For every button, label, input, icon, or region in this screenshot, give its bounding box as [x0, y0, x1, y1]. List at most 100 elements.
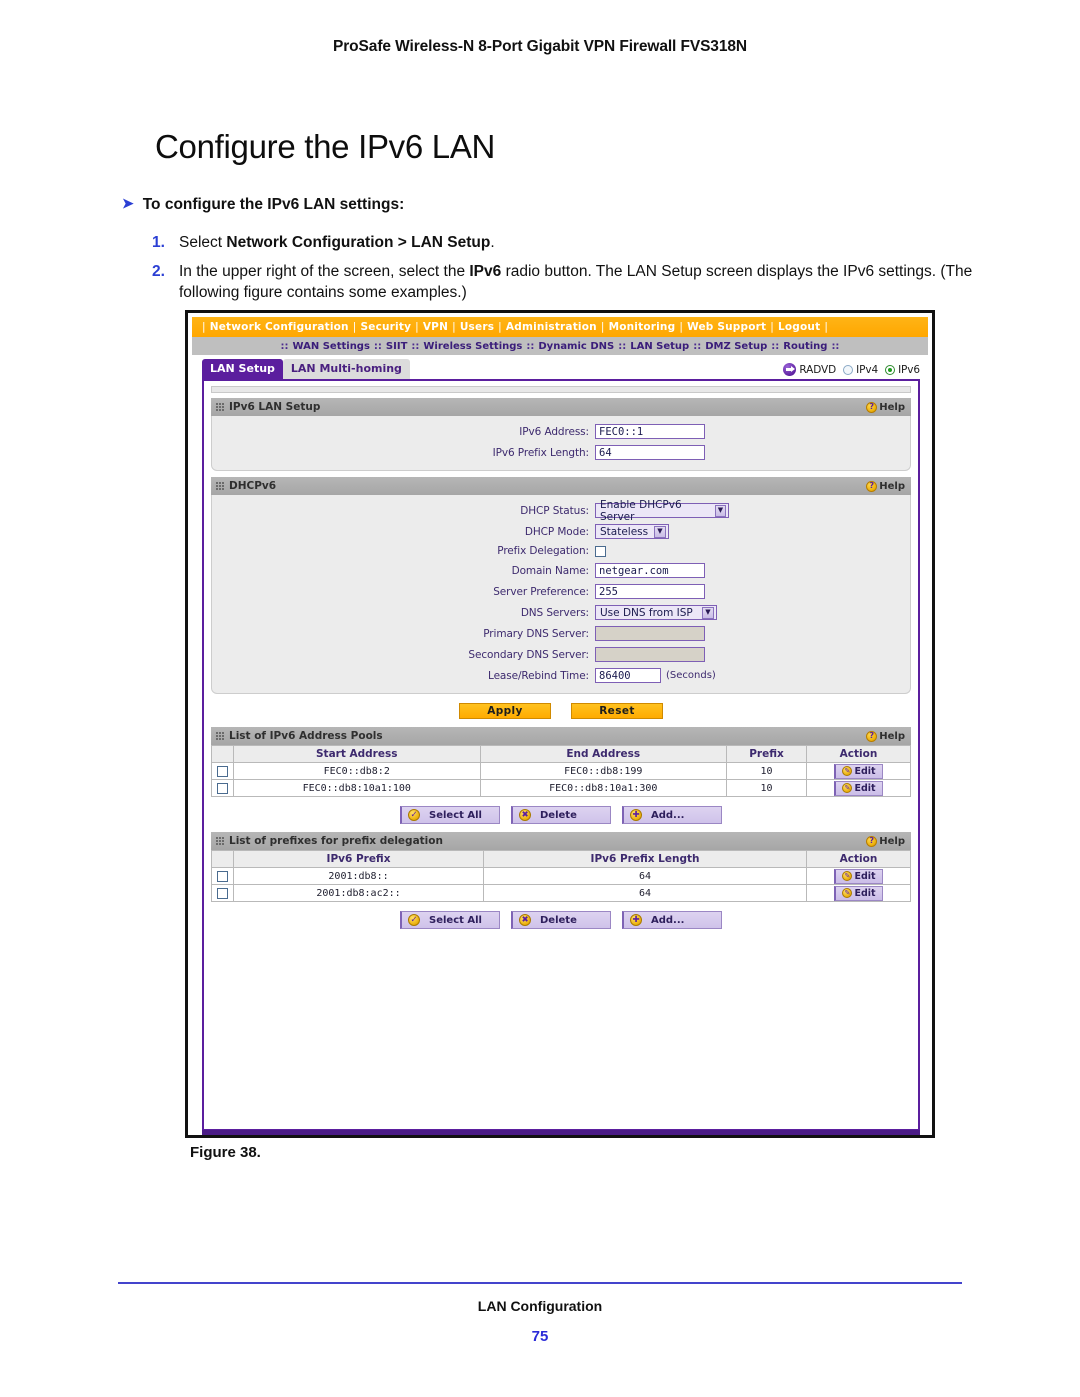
prefix-delegation-action-row: ✓ Select All ✖ Delete ✚ Add...	[211, 911, 911, 929]
edit-button[interactable]: ✎ Edit	[834, 885, 883, 901]
help-label: Help	[879, 730, 905, 742]
section-header-prefix-delegation: List of prefixes for prefix delegation ?…	[211, 832, 911, 850]
help-link-prefix-delegation[interactable]: ? Help	[866, 835, 905, 847]
label-ipv6-prefix-length: IPv6 Prefix Length:	[492, 446, 589, 459]
field-row-lease-rebind-time: Lease/Rebind Time: 86400 (Seconds)	[212, 668, 910, 683]
select-dhcp-status[interactable]: Enable DHCPv6 Server ▼	[595, 499, 729, 523]
label-dhcp-mode: DHCP Mode:	[524, 525, 589, 538]
select-all-button[interactable]: ✓ Select All	[400, 911, 500, 929]
radio-ipv4-label: IPv4	[856, 363, 879, 376]
tab-lan-setup[interactable]: LAN Setup	[202, 359, 283, 379]
select-dhcp-mode[interactable]: Stateless ▼	[595, 524, 669, 539]
edit-button[interactable]: ✎ Edit	[834, 780, 883, 796]
add-button[interactable]: ✚ Add...	[622, 911, 722, 929]
radio-ipv6-label: IPv6	[898, 363, 920, 376]
subnav-item-dmz-setup[interactable]: DMZ Setup	[705, 341, 767, 352]
input-ipv6-prefix-length[interactable]: 64	[595, 445, 705, 460]
checkbox-row-select[interactable]	[217, 782, 228, 794]
cell-ipv6-prefix: 2001:db8::	[232, 867, 485, 885]
checkbox-row-select[interactable]	[217, 887, 228, 899]
section-address-pools: List of IPv6 Address Pools ? Help Start …	[211, 727, 911, 797]
input-lease-rebind-time[interactable]: 86400	[595, 668, 661, 683]
table-prefix-delegation: IPv6 Prefix IPv6 Prefix Length Action 20…	[211, 850, 911, 902]
label-dhcp-status: DHCP Status:	[520, 504, 589, 517]
radio-ipv4[interactable]: IPv4	[843, 364, 878, 376]
label-server-preference: Server Preference:	[493, 585, 589, 598]
nav-item-web-support[interactable]: Web Support	[687, 321, 766, 333]
cell-action: ✎ Edit	[806, 779, 911, 797]
nav-item-network-configuration[interactable]: Network Configuration	[210, 321, 349, 333]
help-link-address-pools[interactable]: ? Help	[866, 730, 905, 742]
subnav-item-dynamic-dns[interactable]: Dynamic DNS	[538, 341, 614, 352]
subnav-item-lan-setup[interactable]: LAN Setup	[630, 341, 689, 352]
help-link-dhcpv6[interactable]: ? Help	[866, 480, 905, 492]
step-1: 1. Select Network Configuration > LAN Se…	[152, 232, 495, 253]
field-row-prefix-delegation: Prefix Delegation:	[212, 545, 910, 557]
sub-navigation-bar[interactable]: :: WAN Settings :: SIIT :: Wireless Sett…	[192, 337, 928, 356]
row-select-cell	[211, 867, 234, 885]
subnav-item-wireless-settings[interactable]: Wireless Settings	[423, 341, 522, 352]
input-domain-name[interactable]: netgear.com	[595, 563, 705, 578]
subnav-item-siit[interactable]: SIIT	[386, 341, 407, 352]
main-navigation-bar[interactable]: | Network Configuration | Security | VPN…	[192, 317, 928, 337]
input-secondary-dns-server[interactable]	[595, 647, 705, 662]
pencil-icon: ✎	[842, 783, 853, 793]
subnav-dots-icon: ::	[411, 340, 420, 352]
nav-item-vpn[interactable]: VPN	[423, 321, 448, 333]
subnav-dots-icon: ::	[771, 340, 780, 352]
apply-button[interactable]: Apply	[459, 703, 551, 719]
edit-button[interactable]: ✎ Edit	[834, 868, 883, 884]
help-link-ipv6-lan-setup[interactable]: ? Help	[866, 401, 905, 413]
chevron-down-icon: ▼	[702, 606, 714, 619]
nav-item-administration[interactable]: Administration	[506, 321, 597, 333]
running-head: ProSafe Wireless-N 8-Port Gigabit VPN Fi…	[333, 38, 747, 55]
checkbox-row-select[interactable]	[217, 870, 228, 882]
panel-top-bar	[211, 386, 911, 393]
edit-button[interactable]: ✎ Edit	[834, 763, 883, 779]
select-dns-servers[interactable]: Use DNS from ISP ▼	[595, 605, 717, 620]
question-mark-icon: ?	[866, 401, 878, 413]
procedure-heading: ➤ To configure the IPv6 LAN settings:	[122, 195, 404, 214]
subnav-dots-icon: ::	[693, 340, 702, 352]
section-header-dhcpv6: DHCPv6 ? Help	[211, 477, 911, 495]
chevron-down-icon: ▼	[714, 504, 726, 517]
nav-item-monitoring[interactable]: Monitoring	[609, 321, 676, 333]
table-header-row: IPv6 Prefix IPv6 Prefix Length Action	[211, 850, 911, 868]
checkbox-prefix-delegation[interactable]	[595, 545, 606, 557]
delete-button[interactable]: ✖ Delete	[511, 806, 611, 824]
section-header-address-pools: List of IPv6 Address Pools ? Help	[211, 727, 911, 745]
section-body-dhcpv6: DHCP Status: Enable DHCPv6 Server ▼ DHCP…	[211, 495, 911, 694]
nav-item-security[interactable]: Security	[360, 321, 411, 333]
input-primary-dns-server[interactable]	[595, 626, 705, 641]
step-1-text: Select Network Configuration > LAN Setup…	[179, 232, 495, 253]
nav-item-users[interactable]: Users	[460, 321, 494, 333]
radvd-arrow-icon	[783, 363, 797, 376]
cell-end-address: FEC0::db8:199	[479, 762, 727, 780]
radvd-button[interactable]: RADVD	[783, 363, 836, 376]
nav-item-logout[interactable]: Logout	[778, 321, 820, 333]
checkbox-row-select[interactable]	[217, 765, 228, 777]
table-row: FEC0::db8:2 FEC0::db8:199 10 ✎ Edit	[211, 762, 911, 780]
delete-button[interactable]: ✖ Delete	[511, 911, 611, 929]
tab-lan-multi-homing[interactable]: LAN Multi-homing	[282, 359, 410, 379]
grid-dots-icon	[216, 403, 224, 411]
select-all-button[interactable]: ✓ Select All	[400, 806, 500, 824]
section-title: IPv6 LAN Setup	[229, 401, 321, 413]
input-server-preference[interactable]: 255	[595, 584, 705, 599]
nav-separator: |	[824, 321, 829, 333]
radio-ipv4-icon[interactable]	[843, 364, 854, 375]
subnav-item-routing[interactable]: Routing	[783, 341, 827, 352]
cell-start-address: FEC0::db8:2	[233, 762, 481, 780]
input-ipv6-address[interactable]: FEC0::1	[595, 424, 705, 439]
subnav-item-wan-settings[interactable]: WAN Settings	[293, 341, 370, 352]
content-panel: IPv6 LAN Setup ? Help IPv6 Address: FEC0…	[202, 379, 920, 1131]
nav-separator: |	[202, 321, 206, 333]
radio-ipv6[interactable]: IPv6	[885, 364, 920, 376]
add-button[interactable]: ✚ Add...	[622, 806, 722, 824]
close-circle-icon: ✖	[519, 809, 531, 821]
pencil-icon: ✎	[842, 871, 853, 881]
reset-button[interactable]: Reset	[571, 703, 663, 719]
step-1-number: 1.	[152, 234, 165, 251]
radio-ipv6-icon[interactable]	[885, 364, 896, 375]
row-select-cell	[211, 779, 234, 797]
